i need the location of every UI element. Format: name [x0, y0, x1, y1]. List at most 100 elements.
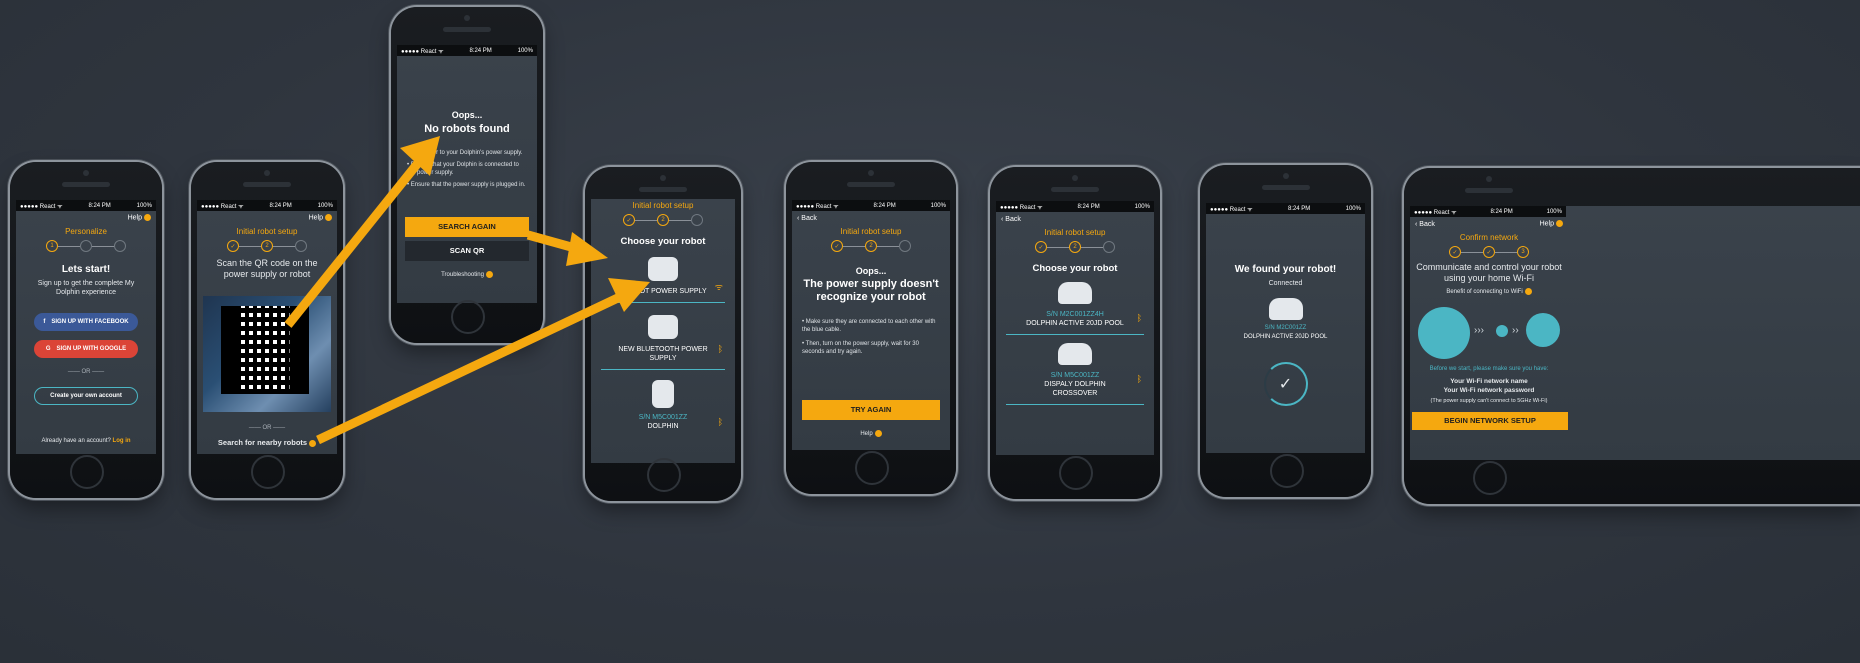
tip-1: • Make sure they are connected to each o…: [802, 319, 936, 333]
robot-icon: [1058, 282, 1092, 304]
bluetooth-icon: ᛒ: [717, 417, 723, 427]
help-icon: [485, 271, 493, 278]
help-icon: [325, 214, 332, 222]
benefit-link[interactable]: Benefit of connecting to WiFi: [1410, 288, 1568, 297]
step-1-done: ✓: [831, 240, 843, 252]
back-button[interactable]: ‹ Back: [1001, 216, 1021, 223]
screen-choose-robot-1: Initial robot setup ✓ 2 Choose your robo…: [591, 199, 735, 463]
back-button[interactable]: ‹ Back: [1415, 221, 1435, 228]
try-again-button[interactable]: TRY AGAIN: [802, 400, 940, 420]
home-button: [1059, 456, 1093, 490]
status-bar: ●●●●● React ᯤ 8:24 PM 100%: [1410, 206, 1566, 217]
divider: [1006, 334, 1144, 335]
phone-choose-robot-2: ●●●●● React ᯤ 8:24 PM 100% ‹ Back Initial …: [990, 167, 1160, 499]
bluetooth-icon: ᛒ: [1136, 313, 1142, 323]
divider: [1006, 404, 1144, 405]
page-title: Choose your robot: [1032, 263, 1118, 274]
list-item-dolphin[interactable]: S/N M5C001ZZ DOLPHIN ᛒ: [591, 380, 735, 431]
robot-icon: [652, 380, 674, 408]
scan-qr-button[interactable]: SCAN QR: [405, 241, 529, 261]
step-3: [295, 240, 307, 252]
screen-robot-found: ●●●●● React ᯤ 8:24 PM 100% We found your r…: [1206, 203, 1365, 453]
camera: [1282, 173, 1289, 179]
nav-bar: Help: [197, 211, 337, 225]
help-icon: [874, 430, 882, 437]
bluetooth-icon: ᛒ: [717, 344, 723, 354]
phone-no-robots: ●●●●● React ᯤ 8:24 PM 100% Oops... No robo…: [391, 7, 543, 343]
facebook-signup-button[interactable]: f SIGN UP WITH FACEBOOK: [34, 313, 138, 331]
tip-2: • Ensure that your Dolphin is connected …: [407, 162, 519, 176]
step-indicator: ✓ ✓ 3: [1410, 246, 1568, 258]
camera: [1072, 175, 1078, 181]
help-button[interactable]: Help: [309, 214, 332, 222]
divider: [601, 369, 725, 370]
camera: [264, 170, 270, 176]
begin-network-setup-button[interactable]: BEGIN NETWORK SETUP: [1412, 412, 1568, 431]
home-button: [251, 455, 285, 489]
create-account-button[interactable]: Create your own account: [34, 387, 138, 405]
camera: [660, 175, 666, 181]
help-link[interactable]: Help: [792, 430, 950, 439]
nav-bar: ‹ Back: [996, 212, 1154, 226]
camera-viewfinder[interactable]: [203, 296, 331, 412]
status-bar: ●●●●● React ᯤ 8:24 PM 100%: [197, 200, 337, 211]
list-item-crossover[interactable]: S/N M5C001ZZ DISPALY DOLPHIN CROSSOVER ᛒ: [996, 343, 1154, 398]
step-3: [1103, 241, 1115, 253]
step-indicator: 1: [16, 240, 156, 252]
status-bar: ●●●●● React ᯤ 8:24 PM 100%: [792, 200, 950, 211]
step-title: Initial robot setup: [632, 201, 694, 210]
step-2: 2: [657, 214, 669, 226]
status-bar: ●●●●● React ᯤ 8:24 PM 100%: [1206, 203, 1365, 214]
arrows-icon: ›››: [1474, 325, 1484, 337]
or-divider: —— OR ——: [67, 369, 105, 375]
step-1: 1: [46, 240, 58, 252]
step-title: Initial robot setup: [236, 227, 298, 236]
step-1-done: ✓: [623, 214, 635, 226]
list-item-iot[interactable]: NEW IOT POWER SUPPLY ᯤ: [591, 257, 735, 296]
screen-scan-qr: ●●●●● React ᯤ 8:24 PM 100% Help Initial ro…: [197, 200, 337, 454]
home-button: [647, 458, 681, 492]
speaker: [243, 182, 291, 187]
help-button[interactable]: Help: [128, 214, 151, 222]
list-item-bluetooth[interactable]: NEW BLUETOOTH POWER SUPPLY ᛒ: [591, 315, 735, 363]
screen-personalize: ●●●●● React ᯤ 8:24 PM 100% Help Personal…: [16, 200, 156, 454]
divider: [601, 302, 725, 303]
phone-not-recognized: ●●●●● React ᯤ 8:24 PM 100% ‹ Back Initial …: [786, 162, 956, 494]
troubleshooting-link[interactable]: Troubleshooting: [397, 271, 537, 280]
tip-1: • Get closer to your Dolphin's power sup…: [407, 150, 523, 156]
phone-personalize: ●●●●● React ᯤ 8:24 PM 100% Help Personal…: [10, 162, 162, 498]
phone-confirm-network: ●●●●● React ᯤ 8:24 PM 100% ‹ Back Help Con…: [1404, 168, 1860, 504]
login-link[interactable]: Log in: [113, 438, 131, 444]
home-button: [855, 451, 889, 485]
speaker: [639, 187, 687, 192]
oops-text: Oops...: [451, 110, 483, 120]
speaker: [443, 27, 491, 32]
list-item-active20[interactable]: S/N M2C001ZZ4H DOLPHIN ACTIVE 20JD POOL …: [996, 282, 1154, 328]
step-title: Confirm network: [1459, 233, 1519, 242]
home-button: [1473, 461, 1507, 495]
bluetooth-icon: ᛒ: [1136, 374, 1142, 384]
nav-bar: ‹ Back: [792, 211, 950, 225]
step-title: Initial robot setup: [840, 227, 902, 236]
signal-icon: ᯤ: [714, 282, 723, 292]
search-nearby-link[interactable]: Search for nearby robots: [197, 438, 337, 447]
step-indicator: ✓ 2: [197, 240, 337, 252]
speaker: [62, 182, 110, 187]
found-robot: S/N M2C001ZZ DOLPHIN ACTIVE 20JD POOL: [1206, 298, 1365, 342]
help-icon: [144, 214, 151, 222]
back-button[interactable]: ‹ Back: [797, 215, 817, 222]
step-indicator: ✓ 2: [591, 214, 735, 226]
nav-bar: Help: [16, 211, 156, 225]
step-2-done: ✓: [1483, 246, 1495, 258]
phone-wifi-icon: [1418, 307, 1470, 360]
home-button: [1269, 454, 1304, 488]
status-bar: ●●●●● React ᯤ 8:24 PM 100%: [16, 200, 156, 211]
help-button[interactable]: Help: [1540, 220, 1563, 228]
speaker: [1051, 187, 1099, 192]
search-again-button[interactable]: SEARCH AGAIN: [405, 217, 529, 237]
bluetooth-device-icon: [648, 315, 678, 339]
robot-icon: [1058, 343, 1092, 365]
help-icon: [1556, 220, 1563, 228]
phone-choose-robot-1: Initial robot setup ✓ 2 Choose your robo…: [585, 167, 741, 501]
google-signup-button[interactable]: G SIGN UP WITH GOOGLE: [34, 340, 138, 358]
